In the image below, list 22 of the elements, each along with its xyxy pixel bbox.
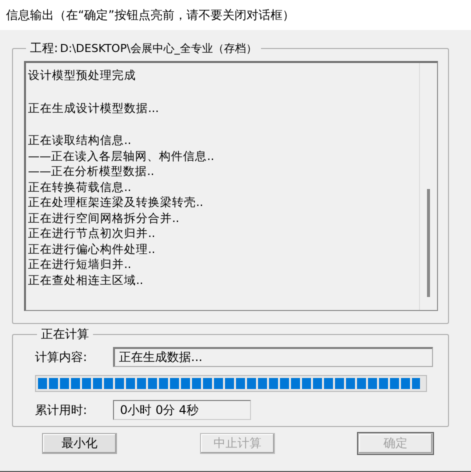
log-line: 正在进行偏心构件处理..	[28, 242, 156, 257]
log-line: ——正在分析模型数据..	[28, 164, 156, 180]
elapsed-field: 0小时 0分 4秒	[113, 400, 251, 420]
content-label: 计算内容:	[35, 348, 88, 366]
log-line: 正在进行空间网格拆分合并..	[28, 210, 180, 226]
project-label: 工程:	[30, 40, 58, 57]
window-title: 信息输出（在“确定”按钮点亮前，请不要关闭对话框）	[0, 0, 471, 30]
scroll-thumb[interactable]	[427, 189, 430, 297]
group-title: 正在计算	[41, 326, 89, 343]
log-line: 正在查处相连主区域..	[28, 272, 144, 288]
log-line: 正在处理框架连梁及转换梁转壳..	[28, 195, 204, 210]
elapsed-label: 累计用时:	[35, 402, 88, 418]
log-line: 设计模型预处理完成	[28, 68, 137, 84]
dialog-button[interactable]: 最小化	[42, 433, 117, 454]
log-line: 正在读取结构信息..	[28, 133, 132, 148]
log-line: 正在转换荷载信息..	[28, 180, 132, 195]
content-field: 正在生成数据...	[113, 347, 433, 367]
project-path: D:\DESKTOP\会展中心_全专业（存档）	[60, 41, 257, 56]
log-line: 正在进行节点初次归并..	[28, 226, 156, 242]
log-line: 正在进行短墙归并..	[28, 257, 132, 272]
log-line: ——正在读入各层轴网、构件信息..	[28, 148, 216, 164]
log-line: 正在生成设计模型数据...	[28, 100, 160, 116]
